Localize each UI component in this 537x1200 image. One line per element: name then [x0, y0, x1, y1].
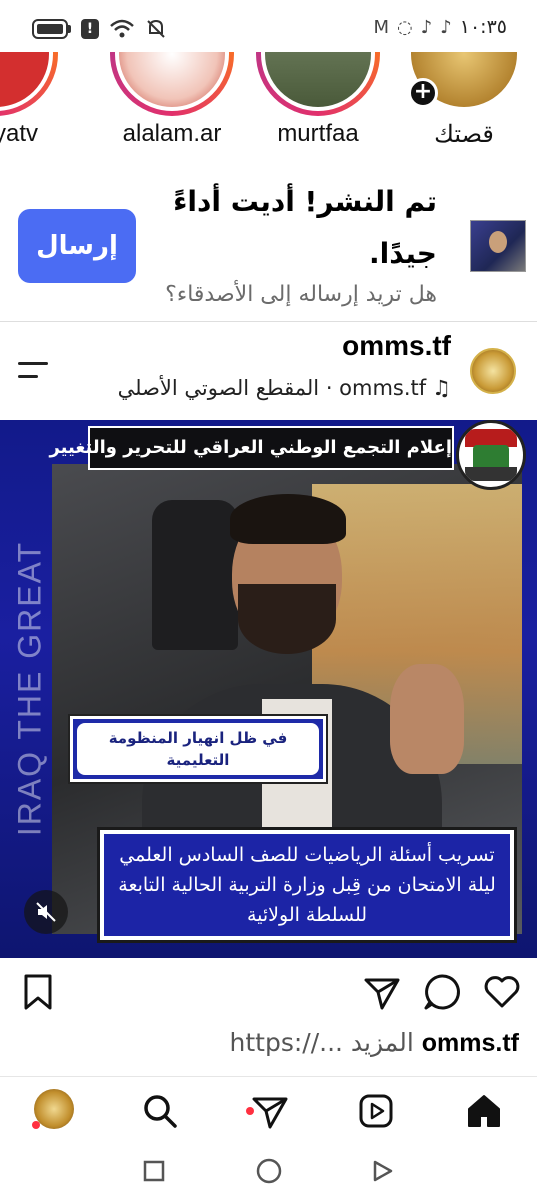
post-caption: https://... المزيد omms.tf: [9, 1028, 519, 1058]
notification-dot: [32, 1121, 40, 1129]
post-audio-link[interactable]: المقطع الصوتي الأصلي · omms.tf ♫: [118, 376, 451, 400]
story-item[interactable]: murtfaa: [252, 52, 384, 148]
share-icon[interactable]: [362, 972, 402, 1012]
add-story-plus-icon[interactable]: +: [408, 78, 438, 108]
wifi-icon: [110, 19, 134, 38]
audio-text: المقطع الصوتي الأصلي · omms.tf: [117, 376, 427, 400]
stories-tray: arqiyatv alalam.ar murtfaa قصتك: [0, 52, 537, 162]
comment-icon[interactable]: [422, 972, 462, 1012]
bookmark-icon[interactable]: [18, 972, 58, 1012]
story-ring: [0, 52, 58, 116]
reels-icon[interactable]: [356, 1091, 396, 1131]
caption-text[interactable]: https://... المزيد: [230, 1028, 414, 1057]
clock: ١٠:٣٥: [459, 16, 507, 38]
person-hand: [390, 664, 464, 774]
search-icon[interactable]: [140, 1091, 180, 1131]
menu-icon[interactable]: [18, 362, 48, 388]
story-ring: [110, 52, 234, 116]
status-bar: ! M ◌ ♪ ♪ ١٠:٣٥: [0, 0, 537, 56]
story-avatar: [261, 52, 375, 111]
caption-username[interactable]: omms.tf: [422, 1029, 519, 1057]
post-username[interactable]: omms.tf: [342, 330, 451, 362]
video-label-text: في ظل انهيار المنظومة التعليمية: [77, 723, 319, 775]
share-subtitle: هل تريد إرساله إلى الأصدقاء؟: [165, 282, 437, 307]
video-label-box: في ظل انهيار المنظومة التعليمية: [68, 714, 328, 784]
post-avatar[interactable]: [470, 348, 516, 394]
post-header: omms.tf المقطع الصوتي الأصلي · omms.tf ♫: [0, 322, 537, 420]
story-name: alalam.ar: [122, 120, 222, 147]
story-avatar: [0, 52, 53, 111]
side-watermark-text: IRAQ THE GREAT: [11, 540, 48, 837]
story-ring: [256, 52, 380, 116]
story-name: قصتك: [434, 121, 494, 148]
post-thumbnail: [470, 220, 526, 272]
tiktok-icon: ♪: [420, 16, 433, 38]
story-item[interactable]: arqiyatv: [0, 52, 62, 148]
story-name: murtfaa: [277, 120, 359, 147]
direct-messages-icon[interactable]: [250, 1091, 290, 1131]
person-hair: [230, 494, 346, 544]
mute-button[interactable]: [24, 890, 68, 934]
story-item[interactable]: alalam.ar: [106, 52, 238, 148]
recents-icon[interactable]: [142, 1159, 166, 1183]
profile-avatar-icon[interactable]: [34, 1089, 74, 1129]
app-icon: ◌: [397, 16, 413, 38]
post-video[interactable]: IRAQ THE GREAT إعلام التجمع الوطني العرا…: [0, 420, 537, 958]
like-heart-icon[interactable]: [482, 972, 522, 1012]
back-icon[interactable]: [370, 1159, 394, 1183]
speaker-muted-icon: [36, 902, 56, 922]
share-title: تم النشر! أديت أداءً جيدًا.: [173, 185, 437, 270]
battery-icon: [32, 19, 68, 39]
post-actions: [0, 958, 537, 1028]
battery-tip: [68, 25, 71, 33]
share-prompt: إرسال تم النشر! أديت أداءً جيدًا. هل تري…: [0, 162, 537, 320]
gmail-icon: M: [373, 16, 390, 38]
home-icon[interactable]: [464, 1091, 504, 1131]
story-name: arqiyatv: [0, 120, 39, 147]
story-avatar: [115, 52, 229, 111]
home-circle-icon[interactable]: [255, 1157, 283, 1185]
system-nav-bar: [0, 1147, 537, 1200]
notification-dot: [246, 1107, 254, 1115]
car-seat: [152, 500, 238, 650]
send-button[interactable]: إرسال: [18, 209, 136, 283]
mute-bell-icon: [147, 19, 165, 38]
alert-icon: !: [81, 19, 99, 39]
organization-logo: [456, 420, 526, 490]
status-right-icons: M ◌ ♪ ♪ ١٠:٣٥: [374, 16, 507, 38]
video-top-banner: إعلام التجمع الوطني العراقي للتحرير والت…: [49, 426, 454, 470]
tiktok-icon-2: ♪: [440, 16, 452, 38]
bottom-nav: [0, 1077, 537, 1147]
person-beard: [238, 584, 336, 654]
music-note-icon: ♫: [432, 376, 451, 400]
status-left-icons: !: [32, 18, 167, 40]
video-caption-overlay: تسريب أسئلة الرياضيات للصف السادس العلمي…: [97, 827, 517, 943]
